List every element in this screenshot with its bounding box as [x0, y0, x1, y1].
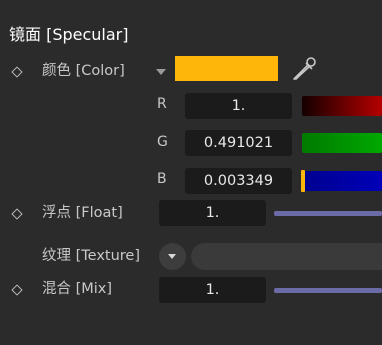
chevron-down-icon	[168, 254, 176, 259]
channel-letter-r: R	[157, 96, 167, 112]
channel-marker-b[interactable]	[301, 170, 305, 192]
color-swatch[interactable]	[175, 56, 278, 81]
channel-value-r[interactable]: 1.	[185, 93, 292, 119]
texture-slot[interactable]	[191, 243, 382, 270]
float-slider[interactable]	[274, 211, 382, 216]
eyedropper-icon[interactable]	[290, 55, 318, 83]
keyframe-diamond-icon[interactable]	[11, 66, 23, 78]
channel-value-b[interactable]: 0.003349	[185, 168, 292, 194]
keyframe-diamond-icon[interactable]	[11, 208, 23, 220]
channel-bar-g[interactable]	[302, 133, 382, 153]
mix-value[interactable]: 1.	[159, 277, 266, 303]
texture-dropdown-button[interactable]	[159, 243, 186, 270]
channel-bar-r[interactable]	[302, 96, 382, 116]
channel-letter-b: B	[157, 171, 167, 187]
mix-slider[interactable]	[274, 288, 382, 293]
float-label: 浮点 [Float]	[42, 205, 123, 221]
section-title: 镜面 [Specular]	[9, 25, 129, 44]
channel-value-g[interactable]: 0.491021	[185, 130, 292, 156]
keyframe-diamond-icon[interactable]	[11, 284, 23, 296]
channel-letter-g: G	[157, 134, 168, 150]
color-dropdown-arrow-icon[interactable]	[156, 69, 166, 75]
mix-label: 混合 [Mix]	[42, 281, 113, 297]
texture-label: 纹理 [Texture]	[42, 248, 141, 264]
color-label: 颜色 [Color]	[42, 63, 125, 79]
float-value[interactable]: 1.	[159, 200, 266, 226]
channel-bar-b[interactable]	[302, 171, 382, 191]
